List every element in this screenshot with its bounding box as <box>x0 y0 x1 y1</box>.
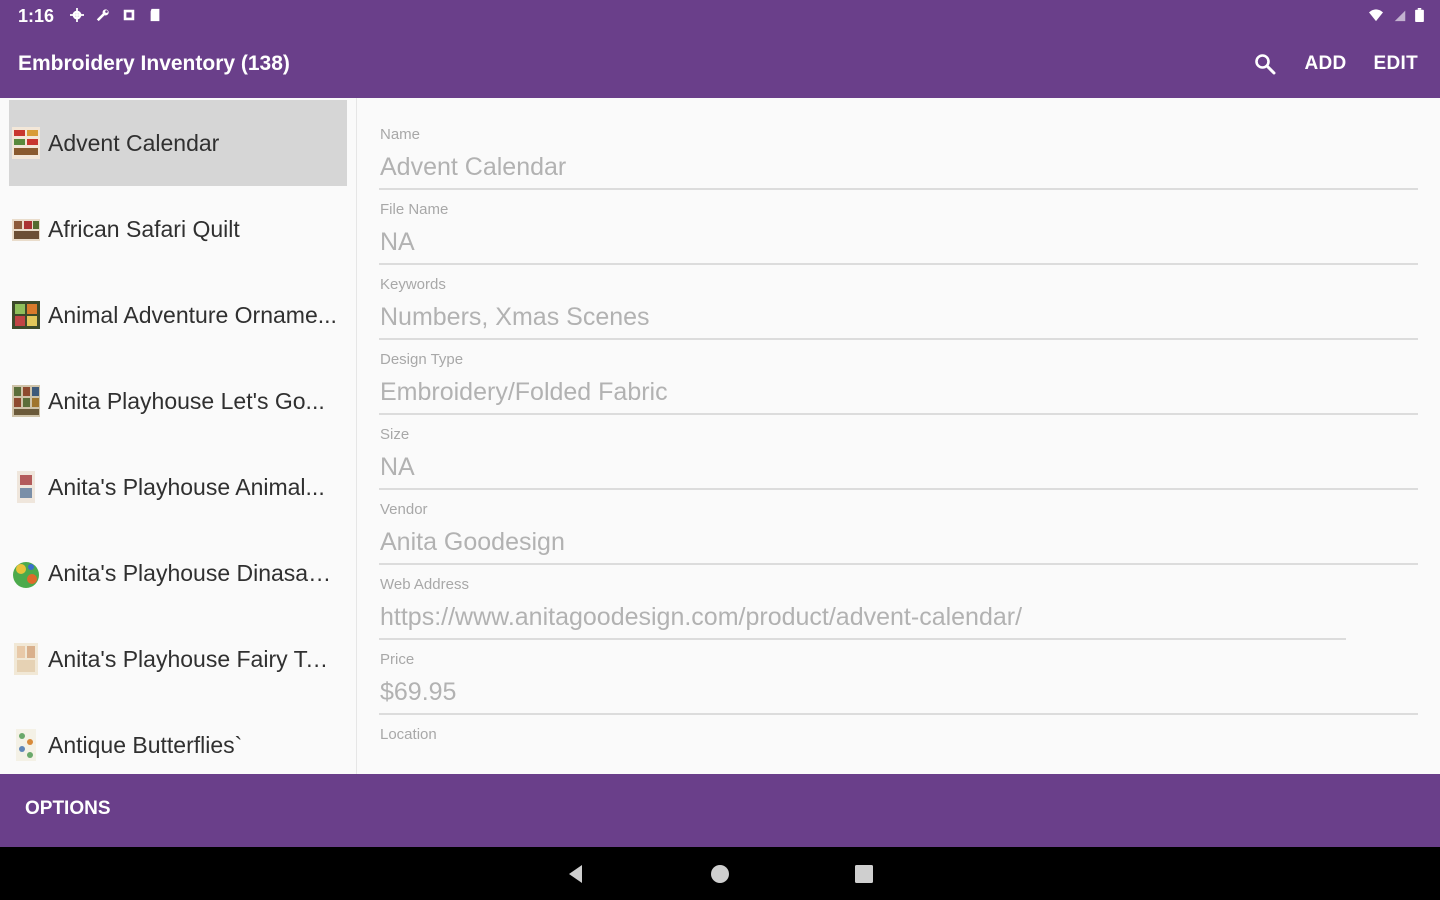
price-field[interactable]: Price $69.95 <box>379 651 1419 726</box>
list-item-label: Antique Butterflies` <box>48 731 243 758</box>
wrench-icon <box>96 9 109 22</box>
field-underline <box>379 713 1418 715</box>
field-value: https://www.anitagoodesign.com/product/a… <box>380 603 1023 631</box>
settings-icon <box>70 8 84 22</box>
edit-button[interactable]: EDIT <box>1374 53 1418 75</box>
design-thumbnail-icon <box>13 562 39 588</box>
list-item-label: Anita's Playhouse Animal... <box>48 473 325 500</box>
design-thumbnail-icon <box>12 127 40 159</box>
design-type-field[interactable]: Design Type Embroidery/Folded Fabric <box>379 351 1419 426</box>
list-item[interactable]: Anita Playhouse Let's Go... <box>9 358 347 444</box>
field-label: File Name <box>380 201 449 218</box>
keywords-field[interactable]: Keywords Numbers, Xmas Scenes <box>379 276 1419 351</box>
list-item-label: Anita Playhouse Let's Go... <box>48 387 325 414</box>
list-item[interactable]: African Safari Quilt <box>9 186 347 272</box>
list-item-label: Anita's Playhouse Fairy Tai... <box>48 645 340 672</box>
field-label: Name <box>380 126 421 143</box>
design-thumbnail-icon <box>14 643 38 675</box>
design-thumbnail-icon <box>16 729 36 761</box>
list-item-label: Advent Calendar <box>48 129 220 156</box>
field-label: Design Type <box>380 351 464 368</box>
list-item[interactable]: Anita's Playhouse Dinasau... <box>9 530 347 616</box>
field-underline <box>379 638 1346 640</box>
size-field[interactable]: Size NA <box>379 426 1419 501</box>
recents-icon[interactable] <box>852 862 876 886</box>
file-name-field[interactable]: File Name NA <box>379 201 1419 276</box>
wifi-icon <box>1369 9 1383 22</box>
back-icon[interactable] <box>564 862 588 886</box>
location-field[interactable]: Location <box>379 726 1419 772</box>
search-icon[interactable] <box>1253 52 1277 76</box>
design-thumbnail-icon <box>12 301 40 329</box>
field-label: Vendor <box>380 501 428 518</box>
field-label: Price <box>380 651 415 668</box>
field-underline <box>379 563 1418 565</box>
options-button[interactable]: OPTIONS <box>12 787 124 831</box>
design-list[interactable]: Advent Calendar African Safari Quilt Ani… <box>0 98 357 774</box>
list-item-label: African Safari Quilt <box>48 215 240 242</box>
field-value: Advent Calendar <box>380 153 567 181</box>
field-value: NA <box>380 228 415 256</box>
field-underline <box>379 413 1418 415</box>
detail-pane: Name Advent Calendar File Name NA Keywor… <box>357 98 1440 774</box>
field-value: $69.95 <box>380 678 457 706</box>
status-time: 1:16 <box>18 6 55 26</box>
vendor-field[interactable]: Vendor Anita Goodesign <box>379 501 1419 576</box>
sd-card-icon <box>150 8 160 22</box>
list-item[interactable]: Advent Calendar <box>9 100 347 186</box>
design-thumbnail-icon <box>12 219 40 241</box>
field-value: Embroidery/Folded Fabric <box>380 378 668 406</box>
field-underline <box>379 188 1418 190</box>
add-button[interactable]: ADD <box>1304 53 1346 75</box>
status-icons-left <box>70 5 162 25</box>
web-address-field[interactable]: Web Address https://www.anitagoodesign.c… <box>379 576 1419 651</box>
notification-icon <box>123 9 135 21</box>
list-item[interactable]: Antique Butterflies` <box>9 702 347 774</box>
field-value: Numbers, Xmas Scenes <box>380 303 650 331</box>
field-label: Keywords <box>380 276 446 293</box>
field-value: Anita Goodesign <box>380 528 565 556</box>
list-item[interactable]: Anita's Playhouse Animal... <box>9 444 347 530</box>
field-underline <box>379 263 1418 265</box>
field-label: Web Address <box>380 576 469 593</box>
field-label: Size <box>380 426 410 443</box>
app-title: Embroidery Inventory (138) <box>18 52 290 75</box>
app-bar: Embroidery Inventory (138) ADD EDIT <box>0 30 1440 98</box>
list-item[interactable]: Animal Adventure Orname... <box>9 272 347 358</box>
list-item[interactable]: Anita's Playhouse Fairy Tai... <box>9 616 347 702</box>
battery-icon <box>1415 8 1424 22</box>
field-value: NA <box>380 453 415 481</box>
app-bar-actions: ADD EDIT <box>1253 44 1418 84</box>
field-underline <box>379 488 1418 490</box>
field-label: Location <box>380 726 437 743</box>
status-icons-right <box>1367 5 1424 25</box>
bottom-bar: OPTIONS <box>0 774 1440 847</box>
status-bar: 1:16 <box>0 0 1440 30</box>
home-icon[interactable] <box>708 862 732 886</box>
design-thumbnail-icon <box>17 471 35 503</box>
list-item-label: Animal Adventure Orname... <box>48 301 337 328</box>
cell-signal-icon <box>1394 10 1406 22</box>
design-thumbnail-icon <box>12 385 40 417</box>
name-field[interactable]: Name Advent Calendar <box>379 126 1419 201</box>
system-nav-bar <box>0 847 1440 900</box>
list-item-label: Anita's Playhouse Dinasau... <box>48 559 340 586</box>
field-underline <box>379 338 1418 340</box>
